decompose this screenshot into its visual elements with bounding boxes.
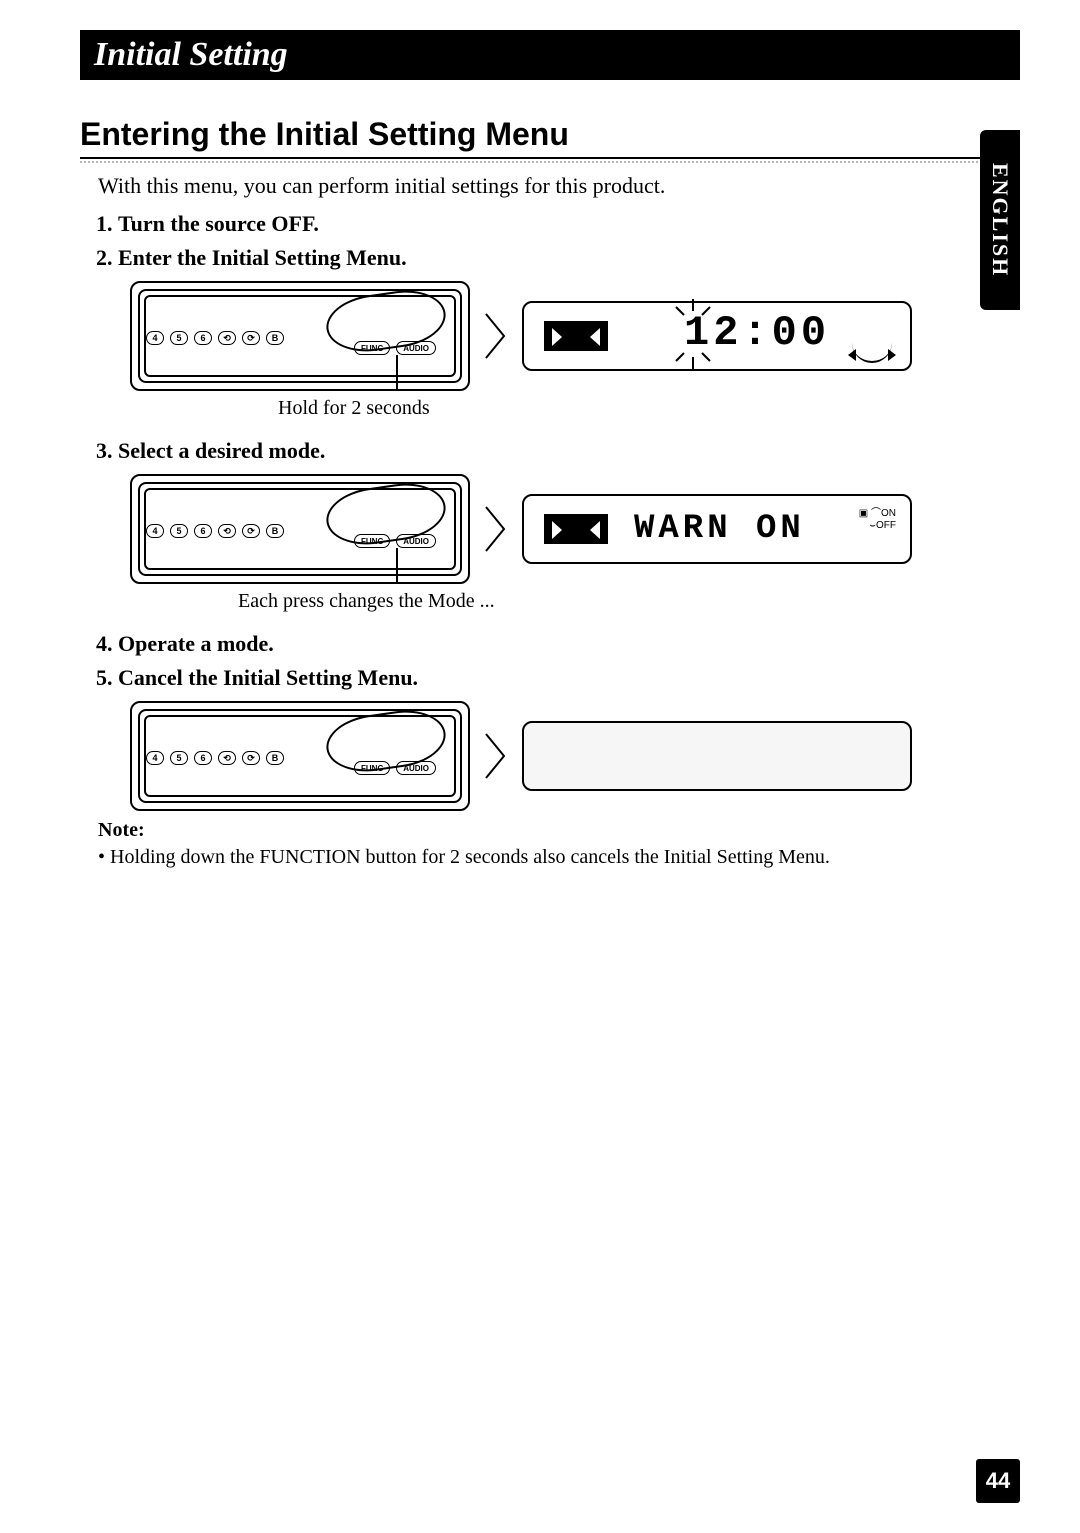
arrow-right-icon: ⟳	[242, 331, 260, 345]
display-main-text: WARN ON	[634, 510, 805, 548]
steps-list: Turn the source OFF. Enter the Initial S…	[118, 211, 1020, 811]
section-intro: With this menu, you can perform initial …	[98, 173, 1020, 199]
figure-caption: Each press changes the Mode ...	[238, 590, 1020, 613]
arrow-left-icon: ⟲	[218, 751, 236, 765]
note-body: • Holding down the FUNCTION button for 2…	[110, 846, 1020, 869]
audio-button: AUDIO	[396, 534, 436, 548]
display-panel-blank	[522, 721, 912, 791]
audio-button: AUDIO	[396, 761, 436, 775]
indicator-off: OFF	[876, 520, 896, 531]
figure-row: 4 5 6 ⟲ ⟳ B FUNC AUDIO	[130, 474, 1020, 584]
preset-6: 6	[194, 524, 212, 538]
device-diagram: 4 5 6 ⟲ ⟳ B FUNC AUDIO	[130, 281, 470, 391]
section-heading: Entering the Initial Setting Menu	[80, 116, 1020, 159]
note-heading: Note:	[98, 819, 1020, 842]
func-button: FUNC	[354, 341, 390, 355]
preset-5: 5	[170, 751, 188, 765]
step-3: Select a desired mode. 4 5 6 ⟲ ⟳ B FUNC	[118, 438, 1020, 613]
step-5: Cancel the Initial Setting Menu. 4 5 6 ⟲…	[118, 665, 1020, 811]
preset-4: 4	[146, 331, 164, 345]
display-panel: WARN ON ▣ ⌒ON ⌣OFF	[522, 494, 912, 564]
indicator-on: ON	[881, 508, 896, 519]
preset-buttons: 4 5 6 ⟲ ⟳ B	[146, 331, 284, 345]
page-title-bar: Initial Setting	[80, 30, 1020, 80]
preset-4: 4	[146, 751, 164, 765]
page-title: Initial Setting	[94, 36, 288, 73]
preset-5: 5	[170, 331, 188, 345]
callout-line-icon	[396, 355, 398, 391]
language-label: ENGLISH	[987, 163, 1013, 277]
b-button: B	[266, 524, 284, 538]
audio-button: AUDIO	[396, 341, 436, 355]
step-label: Enter the Initial Setting Menu.	[118, 245, 407, 270]
b-button: B	[266, 751, 284, 765]
figure-caption: Hold for 2 seconds	[278, 397, 1020, 420]
display-panel: 12:00	[522, 301, 912, 371]
preset-6: 6	[194, 751, 212, 765]
arrow-right-icon	[484, 732, 508, 780]
step-label: Turn the source OFF.	[118, 211, 319, 236]
step-label: Operate a mode.	[118, 631, 274, 656]
arrow-right-icon: ⟳	[242, 524, 260, 538]
language-tab: ENGLISH	[980, 130, 1020, 310]
arrow-right-icon	[484, 312, 508, 360]
step-1: Turn the source OFF.	[118, 211, 1020, 237]
figure-row: 4 5 6 ⟲ ⟳ B FUNC AUDIO	[130, 281, 1020, 391]
step-2: Enter the Initial Setting Menu. 4 5 6 ⟲ …	[118, 245, 1020, 420]
step-label: Select a desired mode.	[118, 438, 325, 463]
device-diagram: 4 5 6 ⟲ ⟳ B FUNC AUDIO	[130, 701, 470, 811]
preset-4: 4	[146, 524, 164, 538]
preset-buttons: 4 5 6 ⟲ ⟳ B	[146, 751, 284, 765]
preset-5: 5	[170, 524, 188, 538]
arrow-left-icon: ⟲	[218, 331, 236, 345]
page-number: 44	[976, 1459, 1020, 1503]
preset-6: 6	[194, 331, 212, 345]
preset-buttons: 4 5 6 ⟲ ⟳ B	[146, 524, 284, 538]
cassette-icon	[544, 321, 608, 351]
b-button: B	[266, 331, 284, 345]
mode-cycle-icon	[852, 341, 892, 363]
display-indicators: ▣ ⌒ON ⌣OFF	[859, 508, 896, 532]
callout-line-icon	[396, 548, 398, 584]
func-button: FUNC	[354, 534, 390, 548]
arrow-right-icon: ⟳	[242, 751, 260, 765]
device-diagram: 4 5 6 ⟲ ⟳ B FUNC AUDIO	[130, 474, 470, 584]
figure-row: 4 5 6 ⟲ ⟳ B FUNC AUDIO	[130, 701, 1020, 811]
arrow-right-icon	[484, 505, 508, 553]
arrow-left-icon: ⟲	[218, 524, 236, 538]
step-label: Cancel the Initial Setting Menu.	[118, 665, 418, 690]
display-main-text: 12:00	[684, 309, 830, 357]
func-button: FUNC	[354, 761, 390, 775]
step-4: Operate a mode.	[118, 631, 1020, 657]
cassette-icon	[544, 514, 608, 544]
